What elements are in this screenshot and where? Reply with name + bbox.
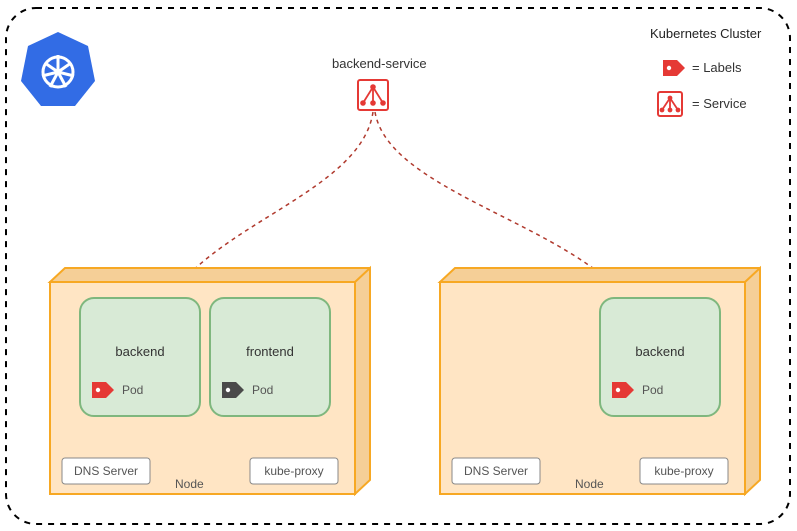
node-1-dns-text: DNS Server: [74, 464, 138, 478]
pod-frontend-caption: Pod: [252, 383, 273, 397]
node-2-label: Node: [575, 477, 604, 491]
pod-frontend: frontend Pod: [210, 298, 330, 416]
kubernetes-logo-icon: [21, 32, 95, 106]
node-2: Node backend Pod DNS Server kube-proxy: [440, 268, 760, 494]
node-2-proxy-text: kube-proxy: [654, 464, 713, 478]
node-2-dns-text: DNS Server: [464, 464, 528, 478]
legend-labels-row: = Labels: [663, 60, 742, 76]
node-1-proxy-text: kube-proxy: [264, 464, 323, 478]
node-1-label: Node: [175, 477, 204, 491]
legend-service-text: = Service: [692, 96, 747, 111]
pod-backend-1-caption: Pod: [122, 383, 143, 397]
service-label: backend-service: [332, 56, 427, 71]
legend: = Labels = Service: [658, 60, 747, 116]
legend-service-row: = Service: [658, 92, 747, 116]
pod-backend-1-name: backend: [115, 344, 164, 359]
legend-labels-text: = Labels: [692, 60, 742, 75]
pod-frontend-name: frontend: [246, 344, 294, 359]
pod-backend-2-caption: Pod: [642, 383, 663, 397]
pod-backend-2-name: backend: [635, 344, 684, 359]
pod-backend-1: backend Pod: [80, 298, 200, 416]
node-1: Node backend Pod frontend Pod DNS Server…: [50, 268, 370, 494]
label-tag-icon: [663, 60, 685, 76]
pod-backend-2: backend Pod: [600, 298, 720, 416]
cluster-title: Kubernetes Cluster: [650, 26, 762, 41]
service-box: [358, 80, 388, 110]
